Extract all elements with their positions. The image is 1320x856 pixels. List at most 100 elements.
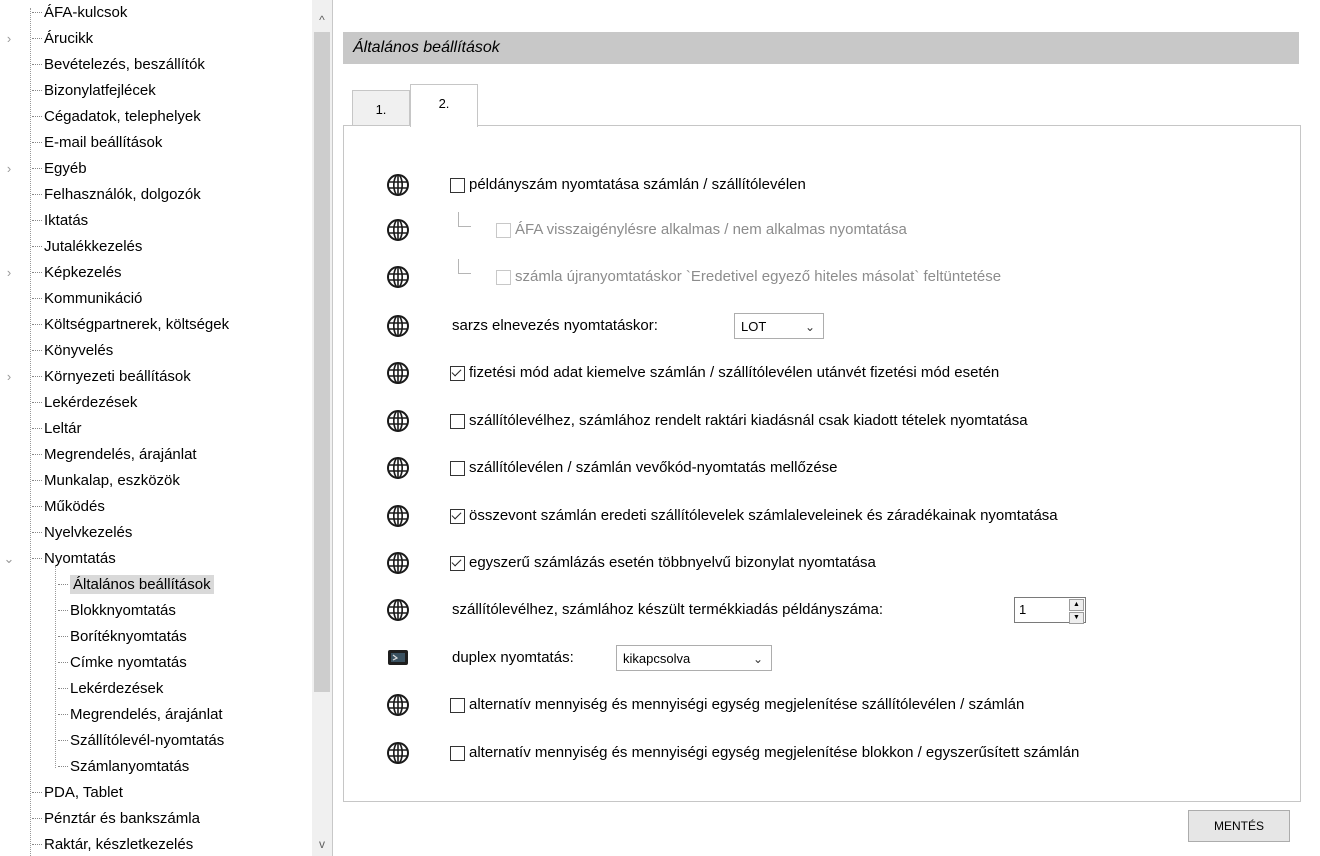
setting-label: számla újranyomtatáskor `Eredetivel egye… [515,268,1002,285]
tree-connector [58,740,68,742]
tree-scrollbar[interactable]: ^ v [312,0,332,856]
tree-connector [32,168,42,170]
tree-item[interactable]: Szállítólevél-nyomtatás [58,728,224,754]
vat-reclaim-checkbox[interactable] [496,222,511,238]
tree-item-label: Pénztár és bankszámla [44,810,200,827]
setting-row-issue-copies: szállítólevélhez, számlához készült term… [452,596,883,624]
tree-item[interactable]: Megrendelés, árajánlat [58,702,223,728]
globe-icon [386,314,410,338]
tree-item-label: E-mail beállítások [44,134,163,151]
batch-name-select[interactable]: LOT ⌄ [734,313,824,339]
setting-label: duplex nyomtatás: [452,649,574,666]
tree-item[interactable]: › Egyéb [7,156,87,182]
stepper-up-button[interactable]: ▲ [1069,599,1084,611]
copy-count-checkbox[interactable] [450,177,465,193]
chevron-down-icon: ⌄ [752,652,763,666]
tree-item[interactable]: Felhasználók, dolgozók [32,182,201,208]
alt-qty-delivery-checkbox[interactable] [450,697,465,713]
issue-copies-stepper[interactable]: 1 ▲ ▼ [1014,597,1086,624]
tree-connector [32,90,42,92]
setting-row-alt-qty-receipt: alternatív mennyiség és mennyiségi egysé… [450,739,1079,767]
issued-items-checkbox[interactable] [450,413,465,429]
tree-item-label: Megrendelés, árajánlat [44,446,197,463]
tree-item[interactable]: › Környezeti beállítások [7,364,191,390]
tree-connector [458,212,471,227]
settings-content: példányszám nyomtatása számlán / szállít… [343,125,1301,802]
tree-item-label: Árucikk [44,30,94,47]
tree-item[interactable]: Könyvelés [32,338,113,364]
tree-item[interactable]: Számlanyomtatás [58,754,189,780]
tree-item[interactable]: Általános beállítások [58,572,214,598]
setting-label: példányszám nyomtatása számlán / szállít… [469,176,806,193]
stepper-down-button[interactable]: ▼ [1069,612,1084,624]
setting-row-batch-name: sarzs elnevezés nyomtatáskor: [452,312,658,340]
tree-item[interactable]: Címke nyomtatás [58,650,187,676]
tree-item[interactable]: Bizonylatfejlécek [32,78,156,104]
tree-connector [58,584,68,586]
globe-icon [386,173,410,197]
tree-connector [58,766,68,768]
tree-item[interactable]: Leltár [32,416,82,442]
duplex-select[interactable]: kikapcsolva ⌄ [616,645,772,671]
tree-connector [58,662,68,664]
tree-item-label: Lekérdezések [70,680,164,697]
tree-item[interactable]: Cégadatok, telephelyek [32,104,201,130]
tree-connector [32,64,42,66]
customer-code-checkbox[interactable] [450,460,465,476]
tree-item[interactable]: Munkalap, eszközök [32,468,180,494]
tree-item[interactable]: Kommunikáció [32,286,142,312]
save-button[interactable]: MENTÉS [1188,810,1290,842]
tree-item[interactable]: Lekérdezések [58,676,163,702]
select-value: kikapcsolva [623,651,691,666]
tree-guide-line [55,566,56,768]
tree-item[interactable]: Pénztár és bankszámla [32,806,200,832]
reprint-copy-checkbox[interactable] [496,269,511,285]
tree-item[interactable]: PDA, Tablet [32,780,123,806]
tree-item[interactable]: Borítéknyomtatás [58,624,187,650]
tree-item[interactable]: Lekérdezések [32,390,137,416]
globe-icon [386,504,410,528]
tree-item-label: Költségpartnerek, költségek [44,316,230,333]
chevron-right-icon[interactable]: › [2,156,16,182]
tree-item-label: Működés [44,498,105,515]
tree-connector [32,246,42,248]
tab-2[interactable]: 2. [410,84,478,127]
tree-item-label: Címke nyomtatás [70,654,187,671]
chevron-down-icon[interactable]: ⌄ [2,546,16,572]
tree-item[interactable]: Iktatás [32,208,88,234]
chevron-right-icon[interactable]: › [2,260,16,286]
multilingual-checkbox[interactable] [450,555,465,571]
scroll-down-arrow[interactable]: v [312,834,332,854]
tree-item[interactable]: Nyelvkezelés [32,520,132,546]
chevron-right-icon[interactable]: › [2,26,16,52]
tree-item[interactable]: Megrendelés, árajánlat [32,442,197,468]
tree-connector [32,428,42,430]
tab-1[interactable]: 1. [352,90,410,125]
payment-highlight-checkbox[interactable] [450,365,465,381]
tree-item[interactable]: › Árucikk [7,26,94,52]
tree-item[interactable]: Működés [32,494,105,520]
setting-label: alternatív mennyiség és mennyiségi egysé… [469,744,1080,761]
tree-item-label: Képkezelés [44,264,122,281]
tree-item[interactable]: Költségpartnerek, költségek [32,312,229,338]
alt-qty-receipt-checkbox[interactable] [450,745,465,761]
globe-icon [386,361,410,385]
setting-label: szállítólevélen / számlán vevőkód-nyomta… [469,459,838,476]
scroll-up-arrow[interactable]: ^ [312,10,332,30]
globe-icon [386,693,410,717]
tree-item[interactable]: E-mail beállítások [32,130,162,156]
tree-item[interactable]: Jutalékkezelés [32,234,142,260]
chevron-right-icon[interactable]: › [2,364,16,390]
tree-item[interactable]: Raktár, készletkezelés [32,832,193,856]
chevron-down-icon: ⌄ [804,320,815,334]
scrollbar-thumb[interactable] [314,32,330,692]
tree-item[interactable]: ⌄ Nyomtatás [4,546,116,572]
tree-item-label: Lekérdezések [44,394,138,411]
merged-invoice-checkbox[interactable] [450,508,465,524]
tree-item[interactable]: › Képkezelés [7,260,122,286]
tree-item[interactable]: Blokknyomtatás [58,598,176,624]
setting-label: szállítólevélhez, számlához rendelt rakt… [469,412,1028,429]
tree-item-label: Számlanyomtatás [70,758,190,775]
tree-item[interactable]: ÁFA-kulcsok [32,0,127,26]
tree-item[interactable]: Bevételezés, beszállítók [32,52,205,78]
